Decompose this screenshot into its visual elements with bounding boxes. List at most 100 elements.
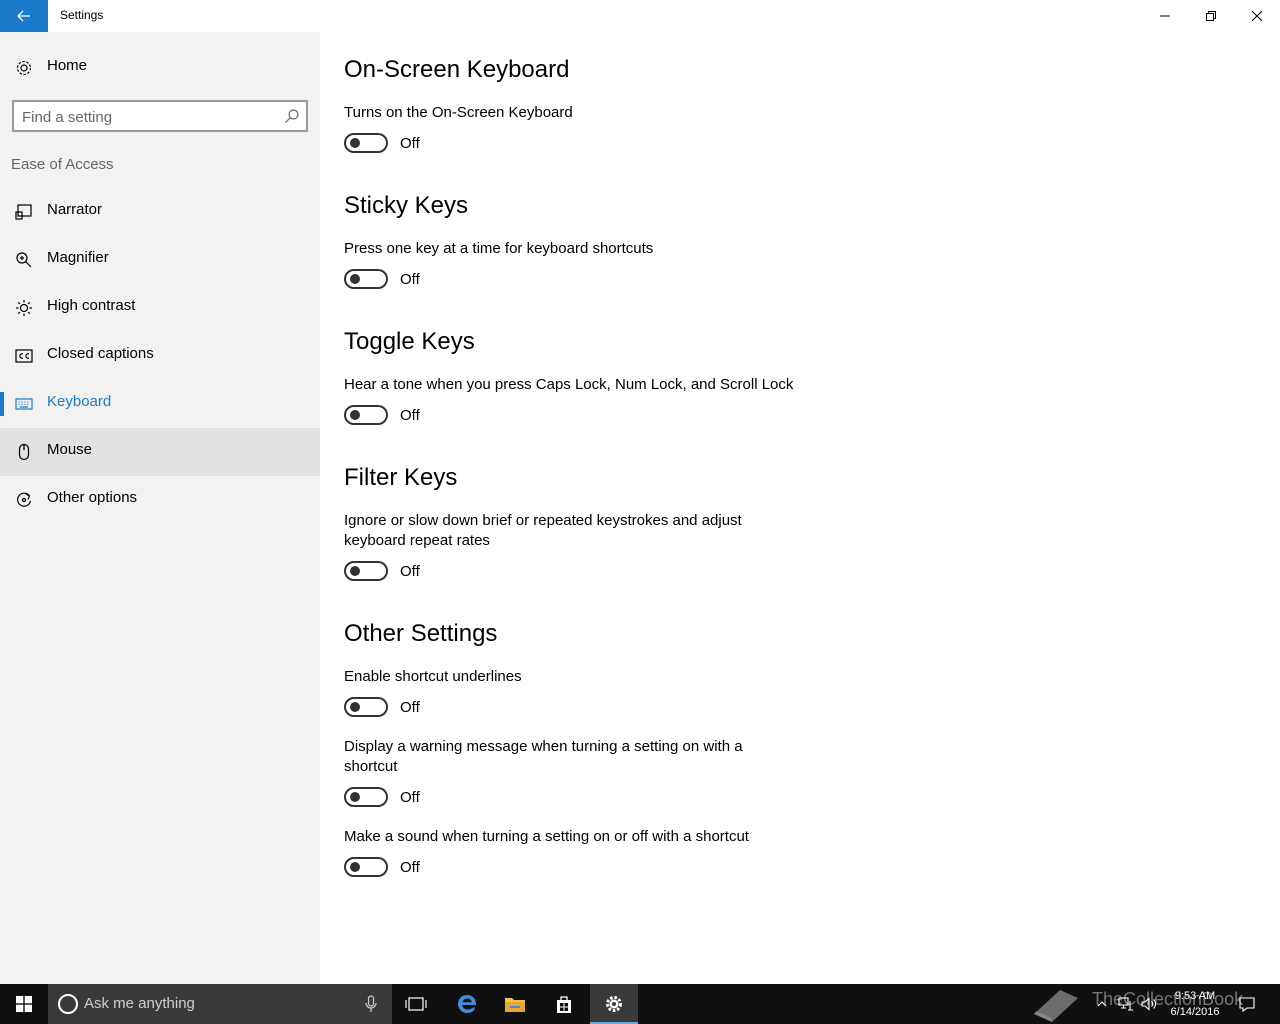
- edge-icon: [458, 995, 477, 1013]
- sidebar-item-closed-captions[interactable]: Closed captions: [0, 332, 320, 380]
- store-button[interactable]: [540, 984, 588, 1024]
- on-screen-keyboard-description: Turns on the On-Screen Keyboard: [344, 104, 573, 121]
- keyboard-icon: [14, 394, 34, 414]
- toggle-keys-toggle-row: Off: [344, 404, 420, 426]
- notification-icon: [1239, 996, 1255, 1012]
- toggle-state-label: Off: [400, 270, 420, 288]
- sidebar-item-magnifier[interactable]: Magnifier: [0, 236, 320, 284]
- settings-taskbar-button[interactable]: [590, 984, 638, 1024]
- task-view-icon: [405, 997, 427, 1011]
- search-icon[interactable]: [284, 108, 300, 124]
- toggle-knob: [350, 274, 360, 284]
- network-icon: [1118, 997, 1133, 1011]
- narrator-icon: [14, 202, 34, 222]
- restore-button[interactable]: [1188, 0, 1234, 32]
- toggle-state-label: Off: [400, 788, 420, 806]
- search-input[interactable]: [22, 107, 272, 127]
- sidebar-item-narrator[interactable]: Narrator: [0, 188, 320, 236]
- sidebar-item-keyboard[interactable]: Keyboard: [0, 380, 320, 428]
- book-logo-icon: [1034, 990, 1078, 1022]
- on-screen-keyboard-toggle-row: Off: [344, 132, 420, 154]
- toggle-knob: [350, 862, 360, 872]
- back-button[interactable]: [0, 0, 48, 32]
- toggle-knob: [350, 410, 360, 420]
- sidebar-item-label: Magnifier: [47, 249, 109, 266]
- close-button[interactable]: [1234, 0, 1280, 32]
- sidebar-item-label: Narrator: [47, 201, 103, 218]
- warning-message-toggle[interactable]: [344, 787, 388, 807]
- chevron-up-icon: [1097, 1001, 1107, 1007]
- toggle-keys-description: Hear a tone when you press Caps Lock, Nu…: [344, 376, 794, 393]
- section-heading-other-settings: Other Settings: [344, 620, 498, 647]
- taskbar-clock[interactable]: 9:53 AM 6/14/2016: [1160, 988, 1230, 1020]
- gear-icon: [14, 58, 34, 78]
- start-button[interactable]: [0, 984, 48, 1024]
- toggle-state-label: Off: [400, 858, 420, 876]
- edge-browser-button[interactable]: [443, 984, 491, 1024]
- clock-time: 9:53 AM: [1174, 990, 1216, 1002]
- sidebar: Home Ease of Access Narrator Magnifier H…: [0, 32, 320, 984]
- sticky-keys-description: Press one key at a time for keyboard sho…: [344, 240, 654, 257]
- volume-icon: [1141, 997, 1156, 1011]
- window-title: Settings: [60, 8, 104, 22]
- sidebar-item-label: Mouse: [47, 441, 93, 458]
- high-contrast-icon: [14, 298, 34, 318]
- close-icon: [1252, 11, 1262, 21]
- main-content: On-Screen Keyboard Turns on the On-Scree…: [320, 32, 1280, 984]
- sticky-keys-toggle[interactable]: [344, 269, 388, 289]
- toggle-state-label: Off: [400, 406, 420, 424]
- section-label: Ease of Access: [11, 156, 114, 173]
- shortcut-sound-toggle[interactable]: [344, 857, 388, 877]
- volume-button[interactable]: [1140, 984, 1160, 1024]
- back-arrow-icon: [17, 10, 30, 22]
- restore-icon: [1206, 11, 1216, 21]
- on-screen-keyboard-toggle[interactable]: [344, 133, 388, 153]
- sidebar-item-label: Keyboard: [47, 393, 112, 410]
- section-heading-toggle-keys: Toggle Keys: [344, 328, 475, 355]
- sidebar-item-home[interactable]: Home: [0, 44, 320, 92]
- sidebar-item-mouse[interactable]: Mouse: [0, 428, 320, 476]
- file-explorer-button[interactable]: [491, 984, 539, 1024]
- shortcut-underlines-description: Enable shortcut underlines: [344, 668, 522, 685]
- magnifier-icon: [14, 250, 34, 270]
- toggle-state-label: Off: [400, 562, 420, 580]
- folder-icon: [505, 998, 525, 1012]
- filter-keys-toggle-row: Off: [344, 560, 420, 582]
- section-heading-sticky-keys: Sticky Keys: [344, 192, 469, 219]
- windows-logo-icon: [16, 996, 32, 1012]
- sticky-keys-toggle-row: Off: [344, 268, 420, 290]
- toggle-state-label: Off: [400, 698, 420, 716]
- cortana-icon: [58, 994, 78, 1014]
- taskbar-search-text: Ask me anything: [84, 995, 195, 1012]
- toggle-knob: [350, 138, 360, 148]
- microphone-icon[interactable]: [364, 995, 378, 1013]
- taskbar: Ask me anything TheCollectionBook 9:53 A…: [0, 984, 1280, 1024]
- sidebar-item-label: Home: [47, 57, 88, 74]
- show-hidden-icons-button[interactable]: [1094, 984, 1110, 1024]
- shortcut-sound-description: Make a sound when turning a setting on o…: [344, 828, 749, 845]
- sidebar-item-label: High contrast: [47, 297, 136, 314]
- toggle-knob: [350, 566, 360, 576]
- sidebar-item-label: Closed captions: [47, 345, 154, 362]
- sidebar-item-other-options[interactable]: Other options: [0, 476, 320, 524]
- gear-icon: [606, 996, 622, 1012]
- taskbar-search-box[interactable]: Ask me anything: [48, 984, 392, 1024]
- action-center-button[interactable]: [1236, 984, 1258, 1024]
- shortcut-underlines-toggle-row: Off: [344, 696, 420, 718]
- minimize-button[interactable]: [1142, 0, 1188, 32]
- task-view-button[interactable]: [392, 984, 440, 1024]
- warning-message-toggle-row: Off: [344, 786, 420, 808]
- filter-keys-toggle[interactable]: [344, 561, 388, 581]
- toggle-knob: [350, 792, 360, 802]
- shortcut-underlines-toggle[interactable]: [344, 697, 388, 717]
- section-heading-filter-keys: Filter Keys: [344, 464, 458, 491]
- network-button[interactable]: [1116, 984, 1136, 1024]
- sidebar-item-label: Other options: [47, 489, 138, 506]
- sidebar-item-high-contrast[interactable]: High contrast: [0, 284, 320, 332]
- minimize-icon: [1160, 15, 1170, 17]
- store-icon: [557, 996, 571, 1013]
- search-box[interactable]: [12, 100, 308, 132]
- filter-keys-description: Ignore or slow down brief or repeated ke…: [344, 512, 742, 549]
- toggle-keys-toggle[interactable]: [344, 405, 388, 425]
- closed-captions-icon: [14, 346, 34, 366]
